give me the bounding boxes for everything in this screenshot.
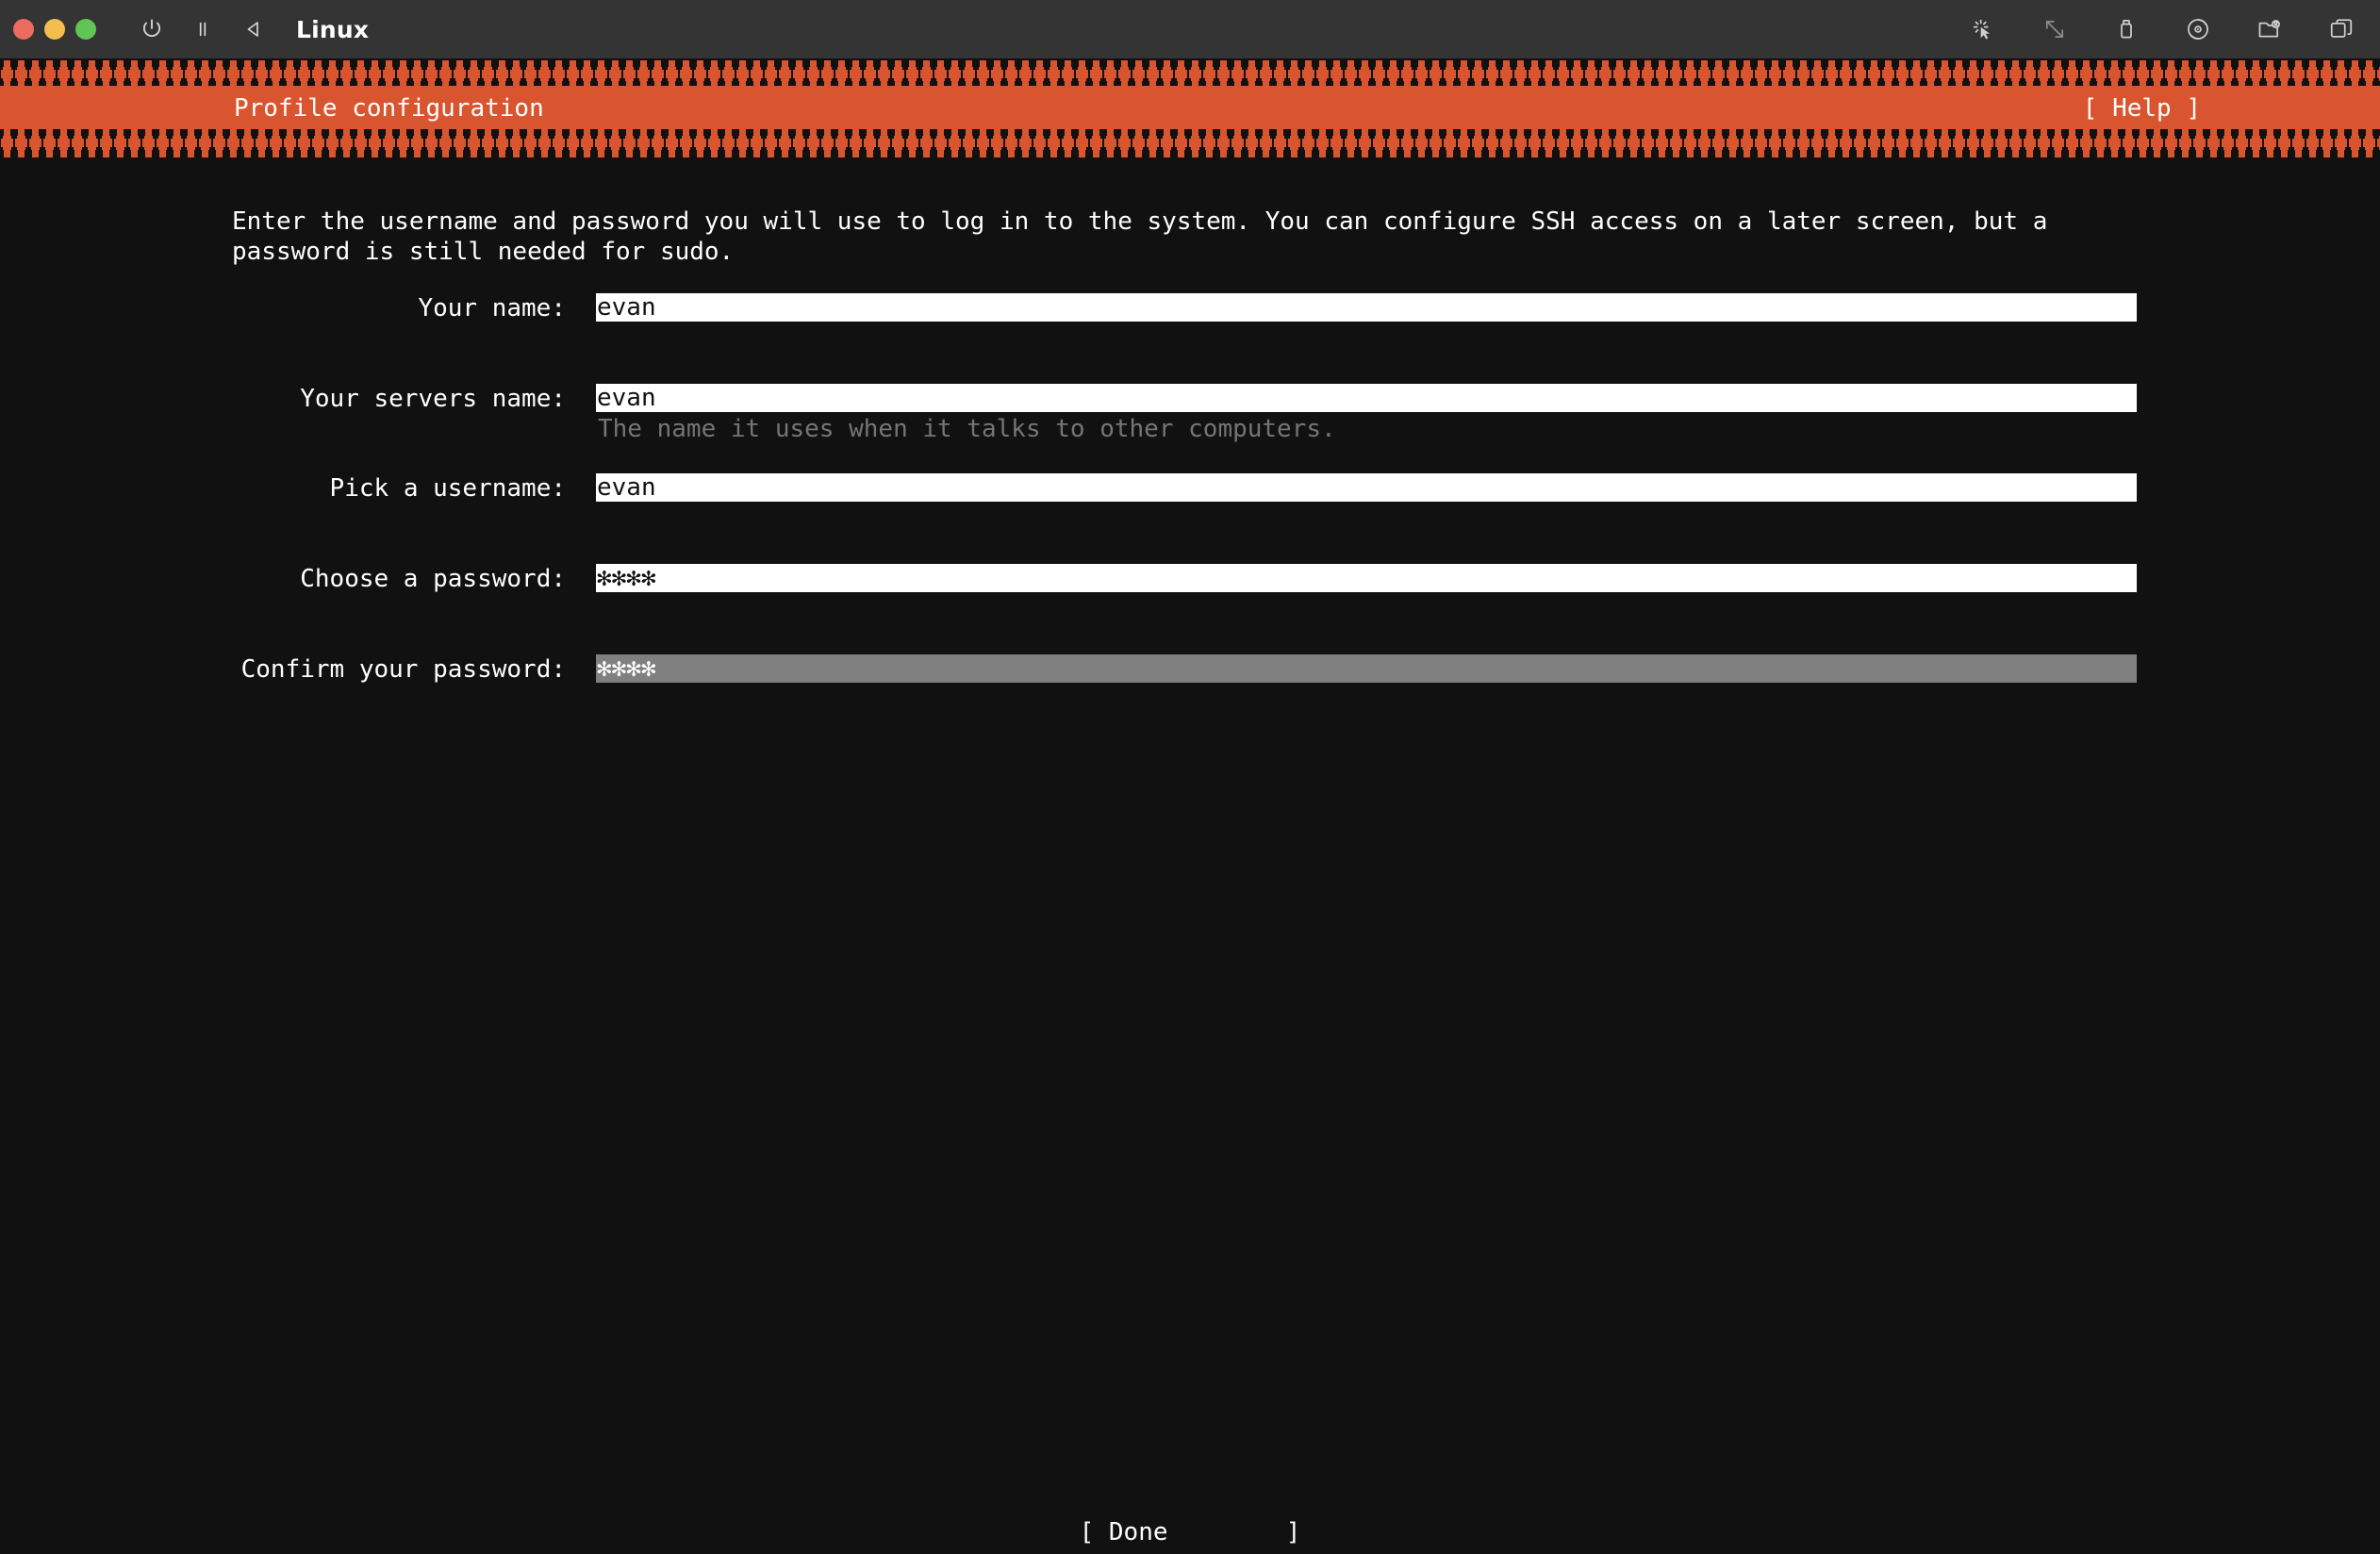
input-confirm-password[interactable]: ✻✻✻✻ [596, 654, 2137, 683]
optical-disc-icon[interactable] [2180, 11, 2216, 47]
hint-servers-name: The name it uses when it talks to other … [598, 415, 1336, 443]
pause-icon[interactable] [185, 11, 221, 47]
label-servers-name: Your servers name: [300, 385, 566, 413]
input-your-name[interactable]: evan [596, 293, 2137, 322]
label-pick-username: Pick a username: [329, 474, 566, 503]
titlebar-tools [1965, 11, 2359, 47]
label-confirm-password: Confirm your password: [240, 655, 566, 684]
input-servers-name[interactable]: evan [596, 384, 2137, 412]
usb-icon[interactable] [2108, 11, 2144, 47]
field-row-username: Pick a username: evan [0, 473, 2380, 504]
close-button[interactable] [13, 19, 34, 40]
header-rule-top [0, 60, 2380, 89]
shared-folder-icon[interactable] [2252, 11, 2288, 47]
power-icon[interactable] [134, 11, 170, 47]
window-traffic-lights [13, 19, 96, 40]
page-title: Profile configuration [234, 93, 544, 123]
minimize-button[interactable] [44, 19, 65, 40]
installer-terminal: Profile configuration [ Help ] Enter the… [0, 58, 2380, 1554]
resize-diagonal-icon[interactable] [2037, 11, 2073, 47]
window-title: Linux [296, 15, 370, 43]
window-titlebar: Linux [0, 0, 2380, 58]
help-button[interactable]: [ Help ] [2083, 94, 2201, 123]
screen-header-band: Profile configuration [ Help ] [0, 86, 2380, 130]
windows-stack-icon[interactable] [2323, 11, 2359, 47]
header-rule-bottom [0, 129, 2380, 157]
field-row-name: Your name: evan [0, 293, 2380, 323]
input-password[interactable]: ✻✻✻✻ [596, 564, 2137, 592]
label-your-name: Your name: [418, 294, 566, 322]
done-button[interactable]: [ Done ] [0, 1517, 2380, 1547]
maximize-button[interactable] [75, 19, 96, 40]
input-username[interactable]: evan [596, 473, 2137, 502]
field-row-servers-name: Your servers name: evan The name it uses… [0, 384, 2380, 443]
pointer-click-icon[interactable] [1965, 11, 2001, 47]
back-icon[interactable] [236, 11, 272, 47]
intro-text: Enter the username and password you will… [232, 207, 2063, 266]
field-row-confirm-password: Confirm your password: ✻✻✻✻ [0, 654, 2380, 685]
field-row-password: Choose a password: ✻✻✻✻ [0, 564, 2380, 594]
label-choose-password: Choose a password: [300, 565, 566, 593]
